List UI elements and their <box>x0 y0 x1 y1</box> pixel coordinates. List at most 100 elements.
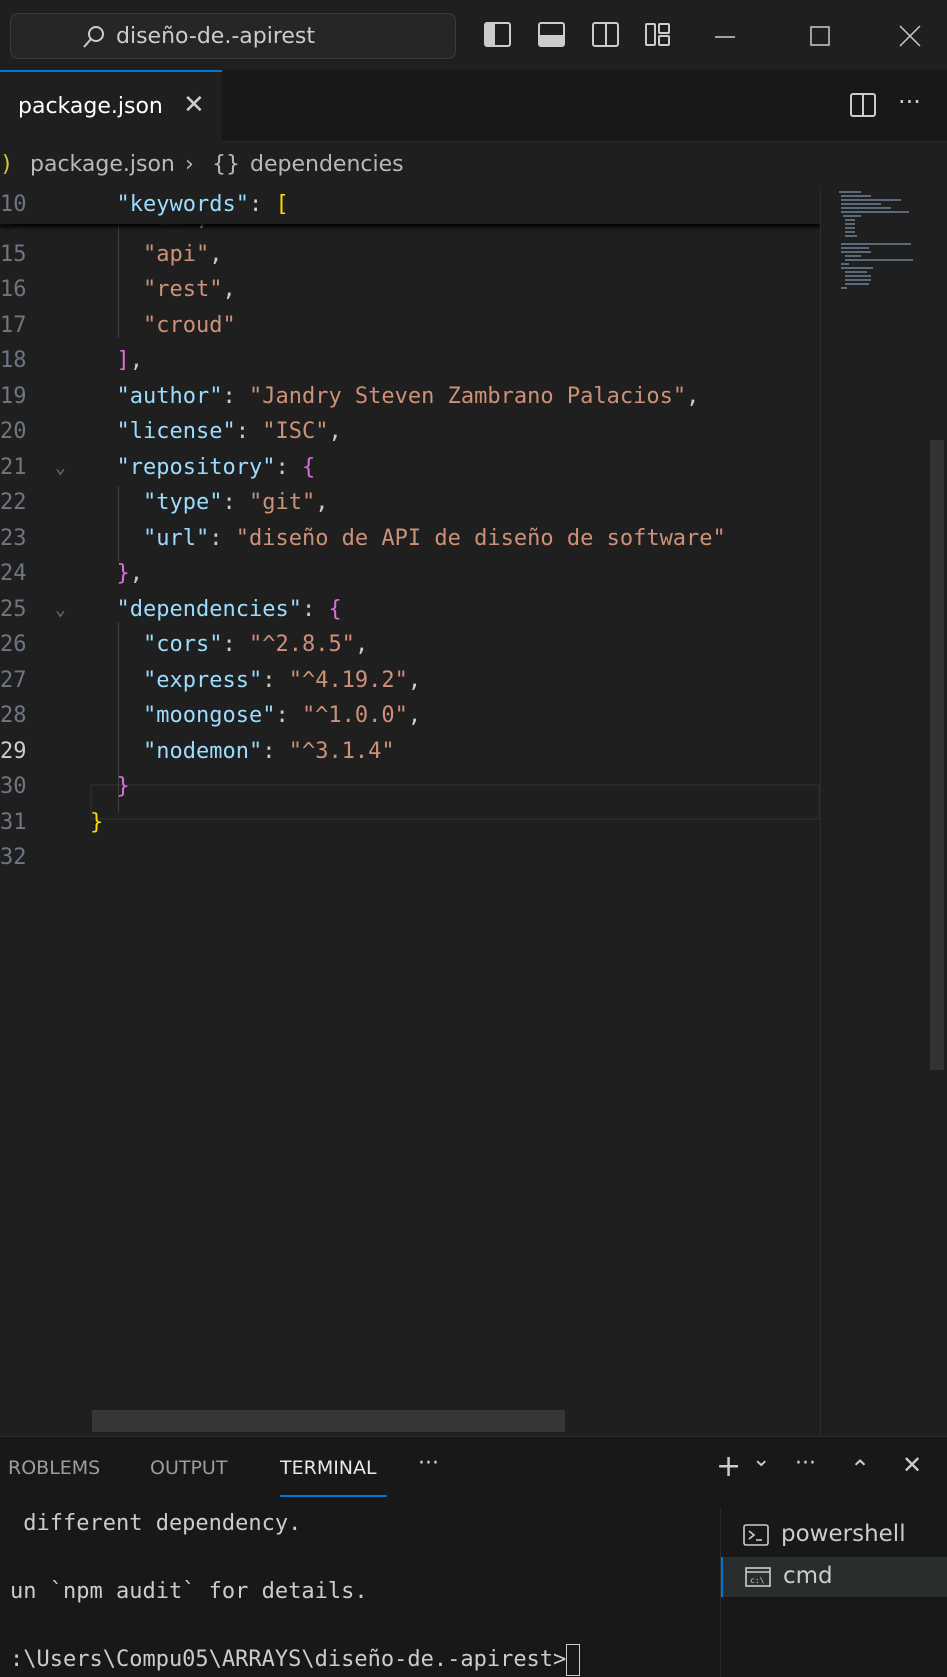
json-punctuation: , <box>686 383 700 409</box>
code-line[interactable]: 22 "type": "git", <box>0 484 820 522</box>
code-line[interactable]: 24 }, <box>0 555 820 593</box>
json-string: "^3.1.4" <box>288 738 395 764</box>
json-key: "nodemon" <box>142 738 263 764</box>
search-text: diseño-de.-apirest <box>116 24 315 49</box>
vertical-scrollbar[interactable] <box>930 440 944 1070</box>
code-text: "moongose": "^1.0.0", <box>90 697 421 735</box>
code-line[interactable]: 27 "express": "^4.19.2", <box>0 662 820 700</box>
terminal-output[interactable]: different dependency. un `npm audit` for … <box>10 1507 581 1677</box>
line-number: 22 <box>0 490 27 515</box>
json-key: "cors" <box>142 632 223 657</box>
split-editor-icon[interactable] <box>848 90 878 124</box>
terminal-line: un `npm audit` for details. <box>10 1579 368 1604</box>
json-string: "api" <box>142 241 210 267</box>
horizontal-scrollbar[interactable] <box>92 1410 565 1432</box>
json-key: "license" <box>116 419 236 444</box>
code-line[interactable]: 18 ], <box>0 342 820 380</box>
code-line[interactable]: 29 "nodemon": "^3.1.4" <box>0 733 820 771</box>
code-line[interactable]: 15 "api", <box>0 236 820 274</box>
code-line[interactable]: 26 "cors": "^2.8.5", <box>0 626 820 664</box>
tab-problems[interactable]: ROBLEMS <box>8 1457 100 1479</box>
toggle-primary-sidebar-icon[interactable] <box>483 20 513 50</box>
json-string: "git" <box>248 490 316 515</box>
object-symbol-icon: {} <box>212 152 240 177</box>
code-line[interactable]: 32 <box>0 839 820 877</box>
json-punctuation: : <box>222 632 249 657</box>
code-line[interactable]: 28 "moongose": "^1.0.0", <box>0 697 820 735</box>
minimap[interactable] <box>820 186 931 1436</box>
line-number: 29 <box>0 738 27 764</box>
terminal-item-label: cmd <box>783 1563 833 1589</box>
code-line[interactable]: 21 ⌄ "repository": { <box>0 449 820 487</box>
code-line[interactable]: 20 "license": "ISC", <box>0 413 820 451</box>
close-icon[interactable] <box>890 18 930 54</box>
code-text: }, <box>90 555 144 593</box>
line-number: 32 <box>0 845 27 870</box>
json-punctuation: , <box>129 348 143 373</box>
svg-text:c:\: c:\ <box>750 1576 765 1585</box>
tab-package-json[interactable]: package.json ✕ <box>0 70 222 142</box>
code-text: "cors": "^2.8.5", <box>90 626 368 664</box>
sticky-scroll-line[interactable]: 10 "keywords": [ <box>0 186 820 224</box>
code-editor[interactable]: 14 "un",15 "api",16 "rest",17 "croud"18 … <box>0 186 820 1436</box>
code-line[interactable]: 23 "url": "diseño de API de diseño de so… <box>0 520 820 558</box>
minimize-icon[interactable] <box>705 18 745 54</box>
code-line[interactable]: 17 "croud" <box>0 307 820 345</box>
json-string: "ISC" <box>262 419 329 444</box>
json-punctuation: , <box>129 561 143 586</box>
code-text: "express": "^4.19.2", <box>90 662 421 700</box>
fold-chevron-icon: ⌄ <box>55 598 66 620</box>
json-punctuation: , <box>209 241 223 267</box>
code-text: "type": "git", <box>90 484 328 522</box>
json-string: "Jandry Steven Zambrano Palacios" <box>248 383 687 409</box>
breadcrumb: ) package.json › {} dependencies <box>0 142 947 186</box>
maximize-icon[interactable] <box>800 18 840 54</box>
code-line[interactable]: 30 } <box>0 768 820 806</box>
json-punctuation: , <box>315 490 329 515</box>
json-punctuation: : <box>222 383 249 409</box>
tab-terminal[interactable]: TERMINAL <box>280 1457 377 1479</box>
code-line[interactable]: 25 ⌄ "dependencies": { <box>0 591 820 629</box>
more-actions-icon[interactable]: ··· <box>898 88 921 116</box>
json-bracket: } <box>116 774 130 799</box>
code-line[interactable]: 16 "rest", <box>0 271 820 309</box>
json-punctuation: , <box>407 703 422 728</box>
panel-actions-more-icon[interactable]: ··· <box>795 1451 816 1476</box>
json-key: "express" <box>142 667 263 693</box>
line-number: 17 <box>0 312 27 338</box>
terminal-item-powershell[interactable]: powershell <box>721 1515 947 1555</box>
tab-close-icon[interactable]: ✕ <box>183 90 205 120</box>
json-string: "croud" <box>142 312 236 338</box>
command-center-search[interactable]: diseño-de.-apirest <box>10 13 456 59</box>
terminal-cursor <box>566 1644 581 1676</box>
terminal-prompt-line: :\Users\Compu05\ARRAYS\diseño-de.-apires… <box>10 1643 581 1677</box>
json-punctuation: : <box>301 596 329 622</box>
maximize-panel-icon[interactable]: ⌃ <box>850 1455 870 1483</box>
line-number: 28 <box>0 703 27 728</box>
json-string: "diseño de API de diseño de software" <box>235 525 726 551</box>
code-line[interactable]: 19 "author": "Jandry Steven Zambrano Pal… <box>0 378 820 416</box>
json-punctuation: , <box>407 667 422 693</box>
json-punctuation: : <box>235 419 263 444</box>
terminal-item-cmd[interactable]: c:\ cmd <box>721 1557 947 1597</box>
close-panel-icon[interactable]: ✕ <box>902 1451 922 1479</box>
terminal-dropdown-icon[interactable]: ⌄ <box>752 1447 770 1472</box>
terminal-line: different dependency. <box>10 1511 302 1536</box>
toggle-panel-icon[interactable] <box>537 20 567 50</box>
json-bracket: [ <box>275 192 289 217</box>
json-string: "^4.19.2" <box>288 667 408 693</box>
customize-layout-icon[interactable] <box>643 20 673 50</box>
line-number: 25 <box>0 596 27 622</box>
search-icon <box>81 24 107 54</box>
tab-output[interactable]: OUTPUT <box>150 1457 227 1479</box>
new-terminal-icon[interactable]: + <box>716 1449 741 1484</box>
json-bracket: } <box>90 809 104 835</box>
breadcrumb-symbol[interactable]: dependencies <box>250 152 404 177</box>
breadcrumb-file[interactable]: package.json <box>30 152 175 177</box>
panel-more-icon[interactable]: ··· <box>418 1451 439 1476</box>
json-key: "dependencies" <box>116 596 302 622</box>
toggle-secondary-sidebar-icon[interactable] <box>591 20 621 50</box>
powershell-icon <box>743 1523 769 1553</box>
json-punctuation: , <box>354 632 369 657</box>
code-line[interactable]: 31} <box>0 804 820 842</box>
